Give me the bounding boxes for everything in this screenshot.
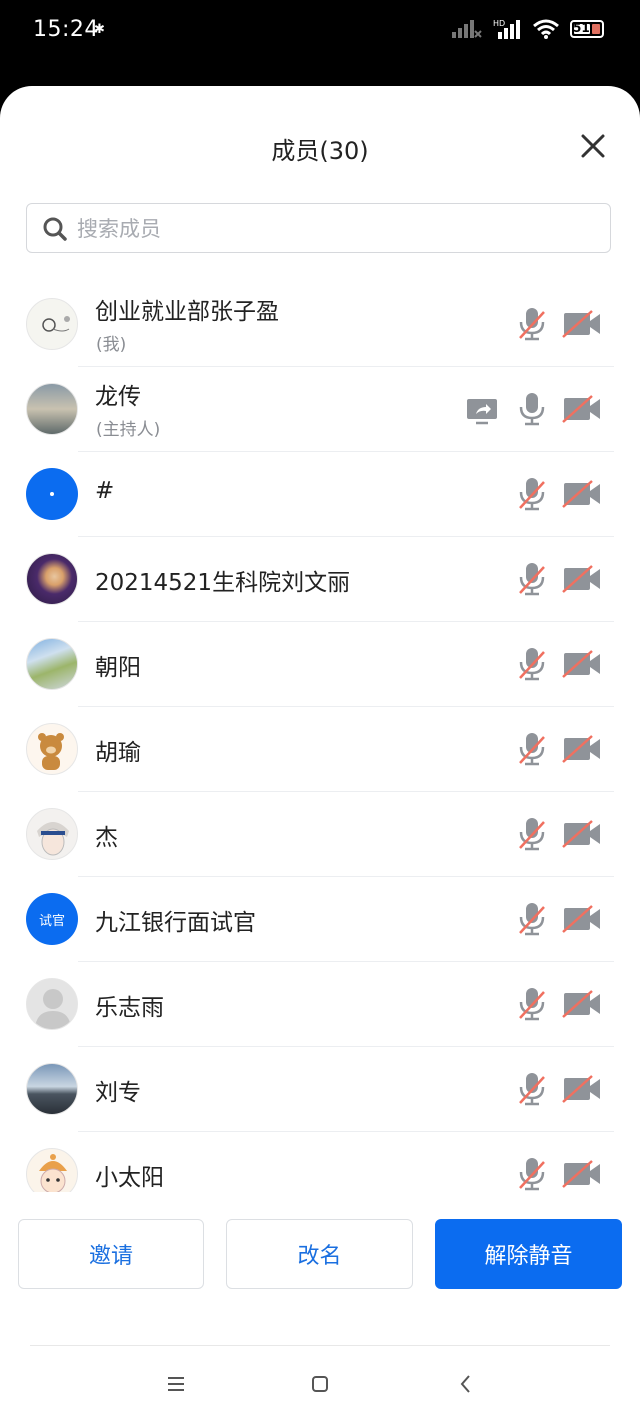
mic-muted-icon[interactable] (516, 476, 548, 512)
mic-muted-icon[interactable] (516, 816, 548, 852)
rename-button[interactable]: 改名 (226, 1219, 413, 1289)
notification-icon: ✱ (94, 22, 105, 37)
member-name: 20214521生科院刘文丽 (95, 570, 351, 596)
member-name: 胡瑜 (95, 740, 141, 766)
status-time: 15:24 (33, 17, 99, 42)
member-row[interactable]: 试官 九江银行面试官 (0, 877, 640, 962)
system-nav-bar (0, 1369, 640, 1399)
member-row[interactable]: 朝阳 (0, 622, 640, 707)
member-name: 杰 (95, 825, 118, 851)
member-row[interactable]: 杰 (0, 792, 640, 877)
search-icon (43, 217, 67, 241)
avatar (26, 808, 78, 860)
search-input[interactable] (75, 212, 599, 246)
avatar (26, 638, 78, 690)
mic-muted-icon[interactable] (516, 306, 548, 342)
member-row[interactable]: 龙传 (主持人) (0, 367, 640, 452)
signal-hd-icon: HD (493, 19, 520, 39)
member-row[interactable]: 乐志雨 (0, 962, 640, 1047)
avatar-initials: 试官 (38, 913, 65, 929)
action-bar: 邀请 改名 解除静音 (0, 1219, 640, 1291)
member-row[interactable]: # (0, 452, 640, 537)
member-name: 创业就业部张子盈 (95, 299, 279, 325)
member-row[interactable]: 刘专 (0, 1047, 640, 1132)
member-name: 朝阳 (95, 655, 141, 681)
member-name: # (95, 478, 115, 504)
mic-muted-icon[interactable] (516, 561, 548, 597)
member-role: (我) (96, 335, 127, 355)
page-title: 成员(30) (271, 137, 369, 165)
back-icon[interactable] (458, 1373, 474, 1395)
divider (30, 1345, 610, 1346)
signal-icon (452, 20, 482, 38)
video-off-icon[interactable] (562, 735, 602, 763)
avatar (26, 723, 78, 775)
avatar (26, 298, 78, 350)
video-off-icon[interactable] (562, 480, 602, 508)
member-list[interactable]: 创业就业部张子盈 (我) 龙传 (主持人) # 20214521生科院刘文丽 朝… (0, 282, 640, 1192)
member-row[interactable]: 创业就业部张子盈 (我) (0, 282, 640, 367)
video-off-icon[interactable] (562, 905, 602, 933)
member-row[interactable]: 小太阳 (0, 1132, 640, 1192)
battery-level: 51 (573, 21, 590, 35)
mic-muted-icon[interactable] (516, 1071, 548, 1107)
avatar (26, 1063, 78, 1115)
home-icon[interactable] (311, 1375, 329, 1393)
video-off-icon[interactable] (562, 565, 602, 593)
close-icon[interactable] (580, 133, 606, 159)
screen-share-icon (467, 399, 497, 425)
video-off-icon[interactable] (562, 1160, 602, 1188)
avatar (26, 553, 78, 605)
avatar (26, 468, 78, 520)
svg-text:HD: HD (493, 19, 505, 28)
video-off-icon[interactable] (562, 990, 602, 1018)
mic-muted-icon[interactable] (516, 901, 548, 937)
member-row[interactable]: 胡瑜 (0, 707, 640, 792)
member-name: 刘专 (95, 1080, 141, 1106)
search-box[interactable] (26, 203, 611, 253)
status-bar: 15:24 ✱ HD 51 (0, 0, 640, 86)
mic-muted-icon[interactable] (516, 1156, 548, 1192)
status-icons: HD 51 (452, 18, 604, 40)
video-off-icon[interactable] (562, 395, 602, 423)
avatar (26, 978, 78, 1030)
video-off-icon[interactable] (562, 650, 602, 678)
wifi-icon (533, 19, 559, 39)
invite-button[interactable]: 邀请 (18, 1219, 204, 1289)
member-role: (主持人) (96, 420, 161, 440)
member-name: 龙传 (95, 384, 141, 410)
member-name: 乐志雨 (95, 995, 164, 1021)
member-name: 九江银行面试官 (95, 910, 256, 936)
avatar: 试官 (26, 893, 78, 945)
mic-on-icon[interactable] (516, 391, 548, 427)
mic-muted-icon[interactable] (516, 646, 548, 682)
unmute-all-button[interactable]: 解除静音 (435, 1219, 622, 1289)
avatar (26, 1148, 78, 1192)
video-off-icon[interactable] (562, 310, 602, 338)
mic-muted-icon[interactable] (516, 986, 548, 1022)
member-name: 小太阳 (95, 1165, 164, 1191)
battery-icon: 51 (570, 20, 604, 38)
member-row[interactable]: 20214521生科院刘文丽 (0, 537, 640, 622)
avatar (26, 383, 78, 435)
members-sheet: 成员(30) 创业就业部张子盈 (我) (0, 86, 640, 1423)
video-off-icon[interactable] (562, 820, 602, 848)
video-off-icon[interactable] (562, 1075, 602, 1103)
menu-icon[interactable] (166, 1375, 186, 1393)
mic-muted-icon[interactable] (516, 731, 548, 767)
